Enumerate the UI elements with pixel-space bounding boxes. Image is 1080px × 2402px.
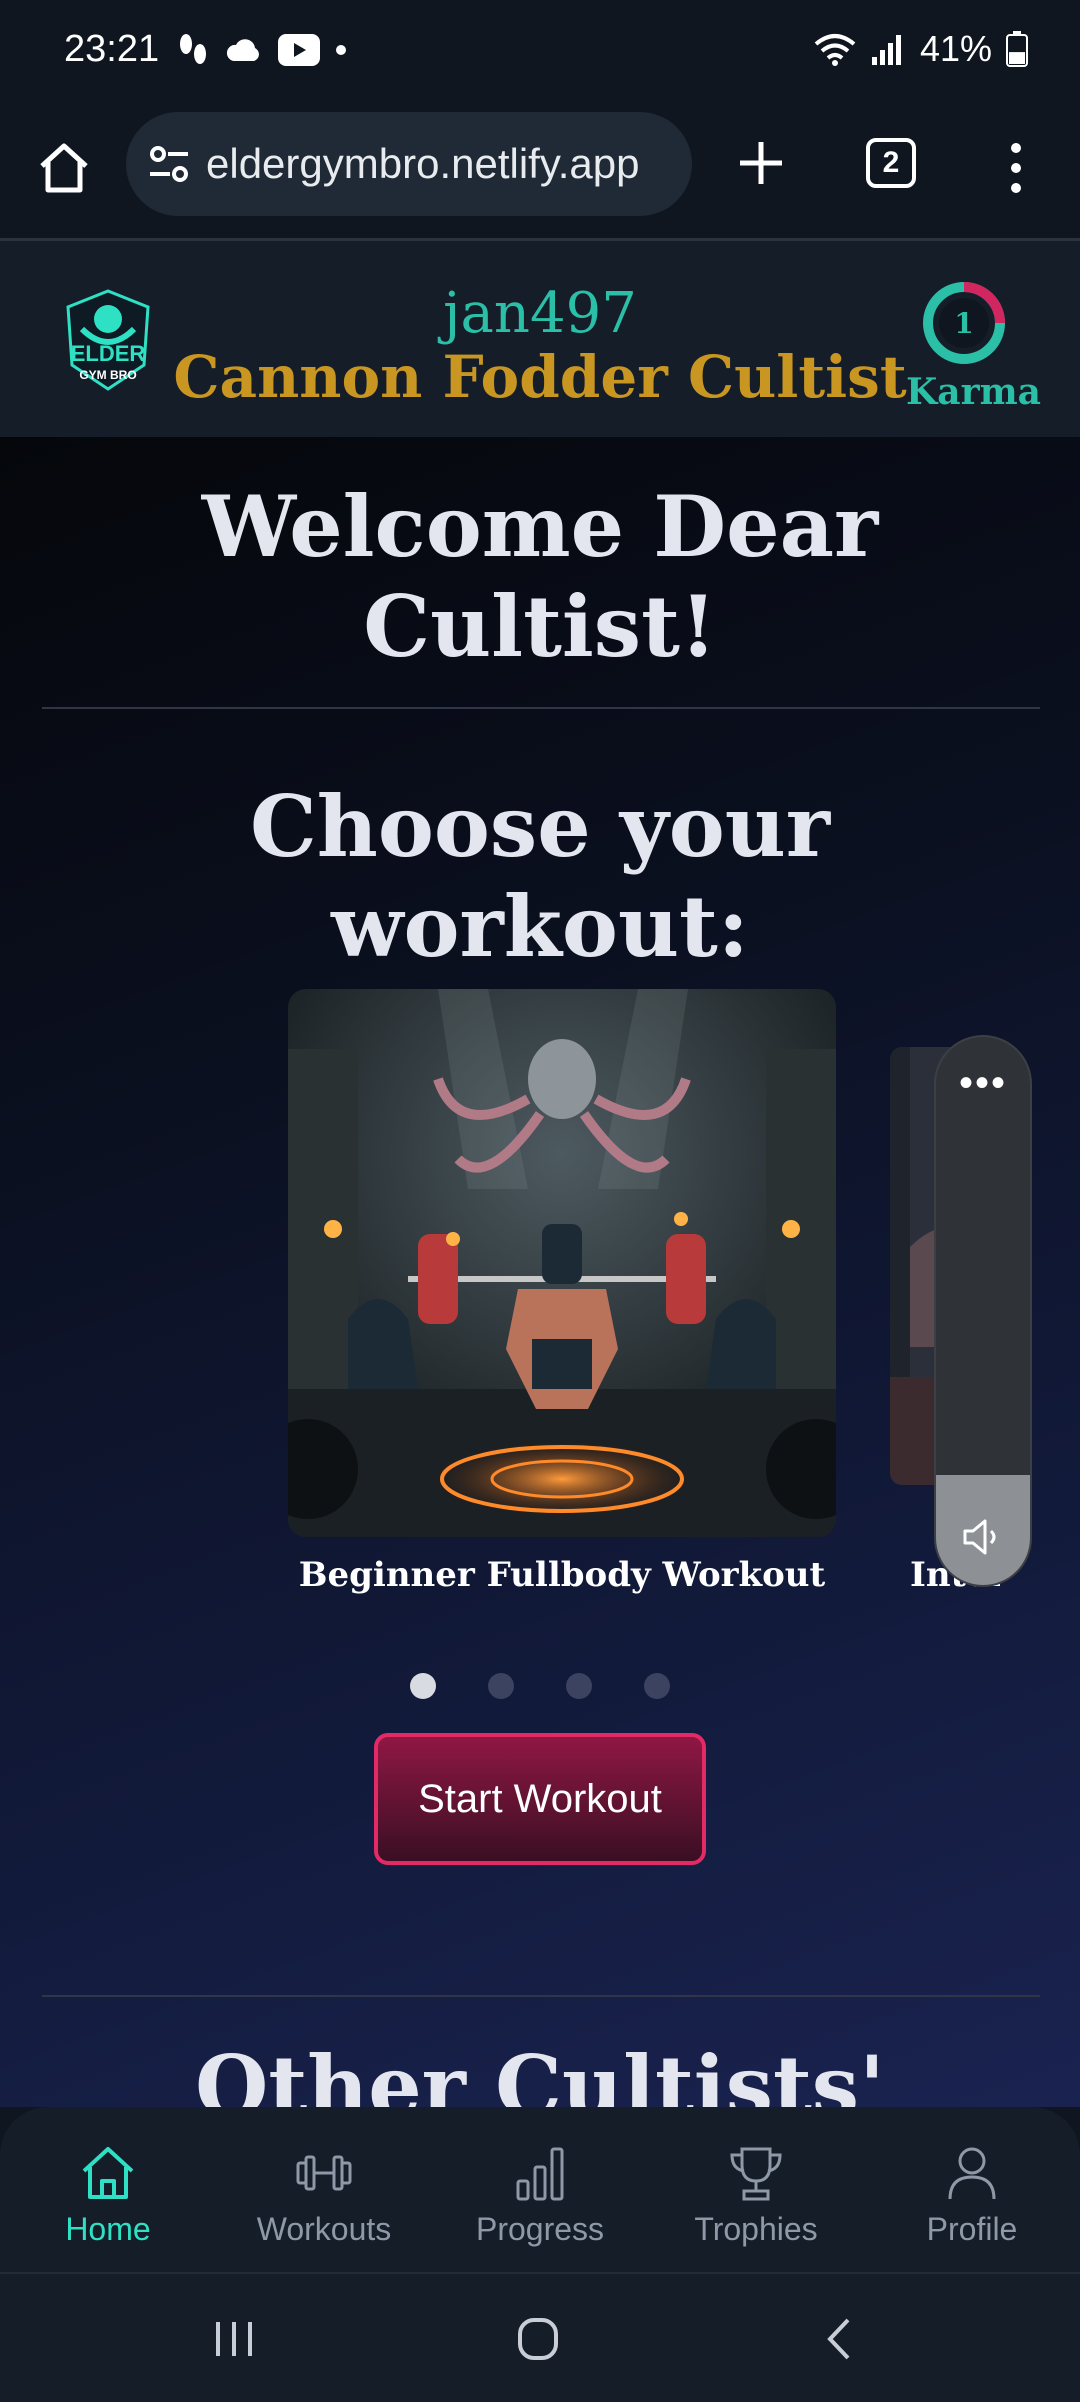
choose-line-2: workout:	[331, 877, 749, 976]
footsteps-icon	[180, 34, 206, 64]
app-header: ELDER GYM BRO jan497 Cannon Fodder Culti…	[0, 241, 1080, 437]
back-icon[interactable]	[810, 2314, 870, 2364]
carousel-dot[interactable]	[644, 1673, 670, 1699]
site-settings-icon[interactable]	[146, 141, 192, 187]
bottom-nav: Home Workouts Progress Trophies Profile	[0, 2107, 1080, 2272]
workout-card-image[interactable]	[288, 989, 836, 1537]
nav-label: Profile	[926, 2211, 1018, 2247]
welcome-line-2: Cultist!	[363, 577, 717, 676]
divider	[42, 1995, 1040, 1997]
svg-text:1: 1	[954, 307, 973, 340]
nav-profile[interactable]: Profile	[864, 2107, 1080, 2272]
carousel-dot[interactable]	[566, 1673, 592, 1699]
nav-workouts[interactable]: Workouts	[216, 2107, 432, 2272]
carousel-dot[interactable]	[410, 1673, 436, 1699]
divider	[42, 707, 1040, 709]
youtube-icon	[278, 34, 320, 66]
carousel-pagination	[0, 1673, 1080, 1699]
signal-icon	[871, 35, 901, 65]
battery-percent: 41%	[919, 28, 992, 69]
notification-icons	[176, 32, 348, 68]
carousel-dot[interactable]	[488, 1673, 514, 1699]
choose-line-1: Choose your	[249, 777, 831, 876]
status-bar: 23:21 41%	[0, 0, 1080, 108]
nav-progress[interactable]: Progress	[432, 2107, 648, 2272]
wifi-icon	[814, 34, 856, 66]
home-icon[interactable]	[34, 138, 94, 198]
workout-card-title[interactable]: Beginner Fullbody Workout	[288, 1555, 836, 1595]
address-bar[interactable]: eldergymbro.netlify.app	[126, 112, 692, 216]
recents-icon[interactable]	[204, 2314, 264, 2364]
url-text[interactable]: eldergymbro.netlify.app	[206, 140, 686, 188]
other-cultists-heading: Other Cultists'	[195, 2037, 885, 2107]
karma-label: Karma	[906, 371, 1041, 413]
system-nav-bar	[0, 2272, 1080, 2402]
dumbbell-icon	[296, 2155, 352, 2191]
status-right: 41%	[814, 28, 1028, 70]
nav-label: Home	[65, 2211, 151, 2247]
nav-label: Progress	[475, 2211, 605, 2247]
new-tab-icon[interactable]	[730, 132, 792, 194]
battery-icon	[1006, 31, 1028, 67]
status-time: 23:21	[64, 28, 160, 70]
volume-panel[interactable]: •••	[936, 1037, 1030, 1585]
home-circle-icon[interactable]	[508, 2314, 568, 2364]
username: jan497	[443, 281, 637, 346]
main-content: Welcome Dear Cultist! Choose your workou…	[0, 437, 1080, 2107]
home-icon	[82, 2147, 134, 2199]
nav-trophies[interactable]: Trophies	[648, 2107, 864, 2272]
tab-switcher-button[interactable]: 2	[866, 138, 916, 188]
cloud-icon	[226, 39, 259, 61]
choose-workout-heading: Choose your workout:	[0, 777, 1080, 977]
volume-icon[interactable]	[961, 1515, 1005, 1559]
start-workout-button[interactable]: Start Workout	[374, 1733, 706, 1865]
nav-label: Trophies	[694, 2211, 818, 2247]
more-dots-icon[interactable]: •••	[936, 1061, 1030, 1106]
welcome-heading: Welcome Dear Cultist!	[0, 477, 1080, 677]
nav-home[interactable]: Home	[0, 2107, 216, 2272]
user-icon	[948, 2147, 996, 2200]
dot-icon	[336, 45, 346, 55]
more-options-icon[interactable]	[1006, 138, 1026, 198]
trophy-icon	[730, 2147, 782, 2201]
welcome-line-1: Welcome Dear	[201, 477, 879, 576]
bar-chart-icon	[516, 2147, 564, 2201]
nav-label: Workouts	[256, 2211, 392, 2247]
karma-ring[interactable]: 1	[920, 279, 1008, 367]
browser-toolbar: eldergymbro.netlify.app 2	[0, 108, 1080, 241]
